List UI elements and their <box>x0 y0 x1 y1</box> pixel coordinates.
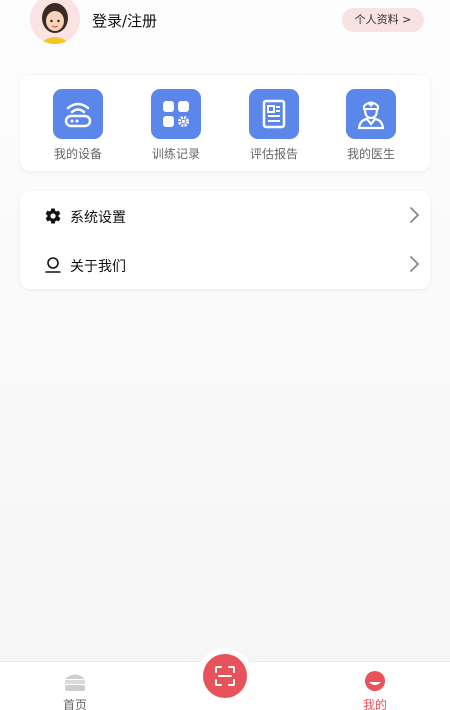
menu-item-about-us[interactable]: 关于我们 <box>20 240 430 289</box>
grid-item-assessment-report[interactable]: 评估报告 <box>234 89 314 162</box>
report-icon <box>249 89 299 139</box>
grid-label: 我的设备 <box>53 147 102 161</box>
doctor-icon <box>346 89 396 139</box>
tab-mine[interactable]: 我的 <box>335 662 415 710</box>
router-icon <box>53 89 103 139</box>
grid-label: 我的医生 <box>346 147 395 161</box>
settings-menu-card: 系统设置 关于我们 <box>20 191 430 289</box>
profile-tab-icon <box>365 671 385 691</box>
grid-item-training-records[interactable]: 训练记录 <box>136 89 216 162</box>
login-register-link[interactable]: 登录/注册 <box>92 10 157 31</box>
chevron-right-icon <box>410 256 420 272</box>
tab-label: 首页 <box>62 698 87 710</box>
scan-icon <box>215 666 235 686</box>
profile-header: 登录/注册 个人资料 > <box>0 0 450 48</box>
avatar[interactable] <box>30 0 80 44</box>
grid-label: 训练记录 <box>151 147 200 161</box>
apps-gear-icon <box>151 89 201 139</box>
menu-item-label: 系统设置 <box>70 210 126 226</box>
chevron-right-icon <box>410 207 420 223</box>
gear-icon <box>45 208 61 224</box>
scan-button[interactable] <box>203 654 247 698</box>
person-icon <box>45 257 61 273</box>
feature-grid-card: 我的设备 训练记录 评估报告 我的医生 <box>20 75 430 171</box>
home-icon <box>65 674 85 691</box>
grid-item-my-devices[interactable]: 我的设备 <box>38 89 118 162</box>
grid-label: 评估报告 <box>249 147 298 161</box>
menu-item-label: 关于我们 <box>70 259 126 275</box>
tab-home[interactable]: 首页 <box>35 662 115 710</box>
grid-item-my-doctor[interactable]: 我的医生 <box>331 89 411 162</box>
profile-button[interactable]: 个人资料 > <box>342 8 424 32</box>
avatar-illustration <box>30 0 80 44</box>
menu-item-system-settings[interactable]: 系统设置 <box>20 191 430 240</box>
tab-label: 我的 <box>362 698 387 710</box>
